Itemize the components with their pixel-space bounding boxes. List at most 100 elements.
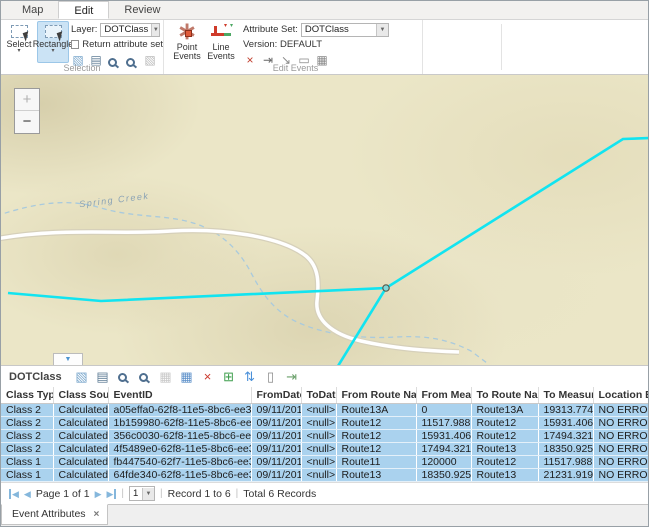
table-cell[interactable]: <null>: [301, 468, 336, 481]
add-record-icon[interactable]: ⊞: [222, 370, 236, 384]
close-icon[interactable]: ×: [94, 508, 100, 521]
rectangle-select-button[interactable]: Rectangle ▾: [37, 21, 69, 63]
table-cell[interactable]: 0: [416, 403, 471, 416]
table-cell[interactable]: Route12: [471, 455, 538, 468]
table-cell[interactable]: 09/11/2015: [251, 429, 301, 442]
table-cell[interactable]: fb447540-62f7-11e5-8bc6-ee32641d5ec9: [108, 455, 251, 468]
column-header-fromdate[interactable]: FromDate: [251, 387, 301, 403]
tab-map[interactable]: Map: [7, 1, 58, 19]
table-cell[interactable]: <null>: [301, 455, 336, 468]
panel-collapse-tab[interactable]: ▼: [53, 353, 83, 365]
column-header-to-measure[interactable]: To Measure: [538, 387, 593, 403]
table-cell[interactable]: 15931.406: [416, 429, 471, 442]
table-cell[interactable]: 09/11/2015: [251, 442, 301, 455]
table-cell[interactable]: 09/11/2015: [251, 455, 301, 468]
table-row[interactable]: Class 2Calculateda05effa0-62f8-11e5-8bc6…: [1, 403, 648, 416]
next-page-button[interactable]: ▶: [95, 489, 102, 499]
table-cell[interactable]: Calculated: [53, 468, 108, 481]
table-cell[interactable]: <null>: [301, 429, 336, 442]
save-edits-icon[interactable]: ▦: [159, 370, 173, 384]
route-line-west[interactable]: [8, 288, 386, 301]
table-cell[interactable]: 17494.321: [416, 442, 471, 455]
attribute-grid-icon[interactable]: ▦: [180, 370, 194, 384]
tab-review[interactable]: Review: [109, 1, 175, 19]
table-cell[interactable]: NO ERROR: [593, 468, 648, 481]
column-header-class-source[interactable]: Class Source: [53, 387, 108, 403]
table-cell[interactable]: <null>: [301, 442, 336, 455]
map-canvas[interactable]: Spring Creek + − ▼: [1, 75, 648, 365]
table-cell[interactable]: 356c0030-62f8-11e5-8bc6-ee32641d5ec9: [108, 429, 251, 442]
column-header-from-route-name[interactable]: From Route Name: [336, 387, 416, 403]
table-cell[interactable]: <null>: [301, 416, 336, 429]
table-cell[interactable]: 17494.321: [538, 429, 593, 442]
table-cell[interactable]: Route13: [471, 442, 538, 455]
table-cell[interactable]: 4f5489e0-62f8-11e5-8bc6-ee32641d5ec9: [108, 442, 251, 455]
table-cell[interactable]: Route11: [336, 455, 416, 468]
table-cell[interactable]: NO ERROR: [593, 403, 648, 416]
previous-page-button[interactable]: ◀: [24, 489, 31, 499]
select-button[interactable]: Select ▾: [3, 21, 35, 63]
fit-columns-icon[interactable]: ⇥: [285, 370, 299, 384]
point-events-button[interactable]: ∗ Point Events: [171, 21, 203, 63]
table-cell[interactable]: NO ERROR: [593, 455, 648, 468]
table-row[interactable]: Class 1Calculated64fde340-62f8-11e5-8bc6…: [1, 468, 648, 481]
column-header-todate[interactable]: ToDate: [301, 387, 336, 403]
page-select-dropdown[interactable]: 1 ▼: [129, 486, 155, 501]
table-cell[interactable]: Calculated: [53, 429, 108, 442]
pan-to-record-icon[interactable]: [139, 373, 148, 382]
route-line-south[interactable]: [338, 288, 386, 365]
table-cell[interactable]: NO ERROR: [593, 429, 648, 442]
column-header-class-type[interactable]: Class Type: [1, 387, 53, 403]
table-cell[interactable]: Class 2: [1, 403, 53, 416]
column-header-from-measure[interactable]: From Measure: [416, 387, 471, 403]
route-line-northeast[interactable]: [386, 138, 648, 288]
table-cell[interactable]: Route13A: [336, 403, 416, 416]
table-cell[interactable]: Calculated: [53, 416, 108, 429]
table-row[interactable]: Class 1Calculatedfb447540-62f7-11e5-8bc6…: [1, 455, 648, 468]
sort-records-icon[interactable]: ⇅: [243, 370, 257, 384]
table-cell[interactable]: 120000: [416, 455, 471, 468]
table-cell[interactable]: Route12: [336, 416, 416, 429]
table-cell[interactable]: Calculated: [53, 403, 108, 416]
table-cell[interactable]: Class 2: [1, 416, 53, 429]
return-attribute-set-checkbox[interactable]: [71, 40, 79, 49]
table-cell[interactable]: Calculated: [53, 442, 108, 455]
table-cell[interactable]: NO ERROR: [593, 416, 648, 429]
table-cell[interactable]: Class 2: [1, 429, 53, 442]
column-header-eventid[interactable]: EventID: [108, 387, 251, 403]
table-cell[interactable]: Route12: [471, 429, 538, 442]
table-cell[interactable]: 15931.406: [538, 416, 593, 429]
table-cell[interactable]: Class 1: [1, 455, 53, 468]
remove-record-icon[interactable]: ×: [201, 370, 215, 384]
table-row[interactable]: Class 2Calculated4f5489e0-62f8-11e5-8bc6…: [1, 442, 648, 455]
table-cell[interactable]: 09/11/2015: [251, 416, 301, 429]
table-row[interactable]: Class 2Calculated1b159980-62f8-11e5-8bc6…: [1, 416, 648, 429]
route-junction-marker[interactable]: [383, 285, 389, 291]
table-cell[interactable]: Route13A: [471, 403, 538, 416]
table-cell[interactable]: Calculated: [53, 455, 108, 468]
options-menu-icon[interactable]: ▤: [96, 370, 110, 384]
table-cell[interactable]: Route13: [336, 468, 416, 481]
column-header-to-route-name[interactable]: To Route Name: [471, 387, 538, 403]
table-cell[interactable]: 18350.925: [416, 468, 471, 481]
table-cell[interactable]: Route12: [336, 442, 416, 455]
table-row[interactable]: Class 2Calculated356c0030-62f8-11e5-8bc6…: [1, 429, 648, 442]
table-cell[interactable]: Route13: [471, 468, 538, 481]
table-cell[interactable]: Class 2: [1, 442, 53, 455]
table-cell[interactable]: a05effa0-62f8-11e5-8bc6-ee32641d5ec9: [108, 403, 251, 416]
table-cell[interactable]: <null>: [301, 403, 336, 416]
table-cell[interactable]: 21231.919: [538, 468, 593, 481]
select-record-icon[interactable]: ▧: [75, 370, 89, 384]
table-cell[interactable]: 09/11/2015: [251, 468, 301, 481]
zoom-in-button[interactable]: +: [15, 89, 39, 111]
table-cell[interactable]: 64fde340-62f8-11e5-8bc6-ee32641d5ec9: [108, 468, 251, 481]
table-cell[interactable]: 11517.988: [538, 455, 593, 468]
record-form-icon[interactable]: ▯: [264, 370, 278, 384]
line-events-button[interactable]: ▾▾ Line Events: [205, 21, 237, 63]
table-cell[interactable]: 18350.925: [538, 442, 593, 455]
attribute-set-dropdown[interactable]: DOTClass ▼: [301, 23, 389, 37]
tab-edit[interactable]: Edit: [58, 1, 109, 19]
first-page-button[interactable]: ◀: [9, 489, 19, 499]
column-header-location-error[interactable]: Location Error: [593, 387, 648, 403]
table-cell[interactable]: Route12: [336, 429, 416, 442]
